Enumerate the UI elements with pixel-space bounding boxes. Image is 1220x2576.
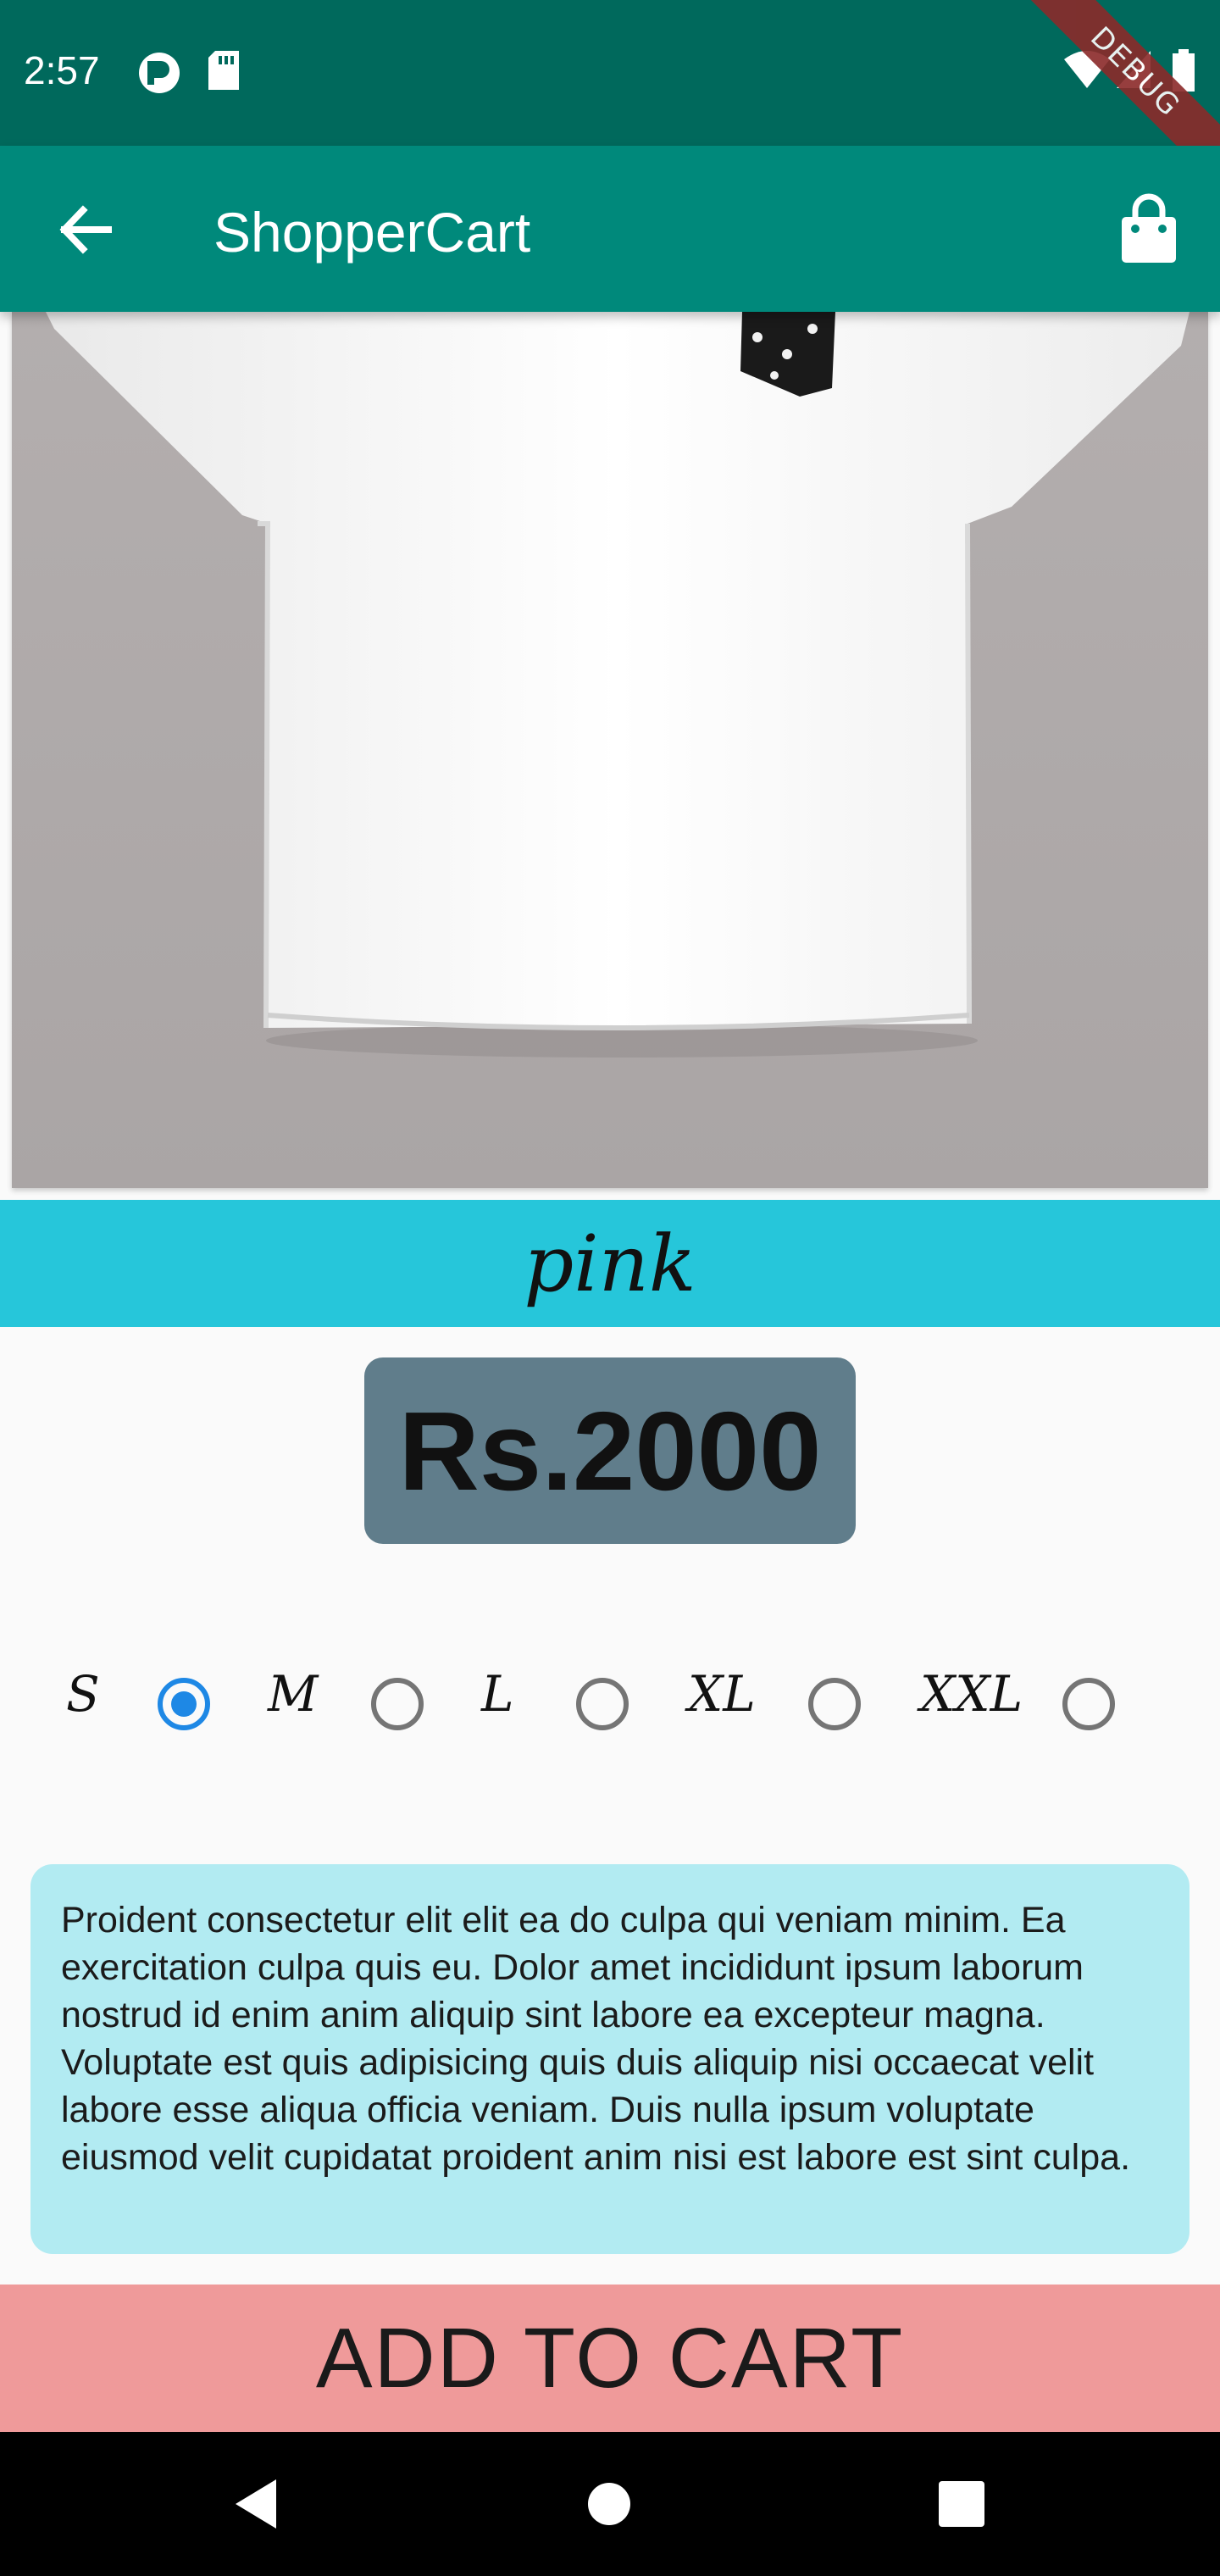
product-color-label: pink [524, 1218, 696, 1309]
circle-home-icon[interactable] [571, 2466, 647, 2542]
arrow-left-icon[interactable] [47, 192, 124, 268]
size-label-s: S [66, 1665, 100, 1723]
size-radio-xxl[interactable] [1062, 1678, 1115, 1730]
status-bar: 2:57 DEBUG [0, 0, 1220, 203]
color-banner: pink [0, 1200, 1220, 1327]
size-radio-l[interactable] [576, 1678, 629, 1730]
size-label-l: L [481, 1665, 514, 1723]
add-to-cart-label: ADD TO CART [315, 2310, 905, 2406]
size-label-xl: XL [688, 1665, 756, 1723]
size-radio-s[interactable] [158, 1678, 210, 1730]
square-recents-icon[interactable] [923, 2466, 1000, 2542]
size-label-xxl: XXL [920, 1665, 1023, 1723]
tshirt-image [12, 312, 1208, 1188]
app-notification-icon [139, 53, 180, 93]
triangle-back-icon[interactable] [217, 2466, 293, 2542]
size-label-m: M [268, 1665, 319, 1723]
signal-icon [1117, 51, 1151, 88]
size-radio-xl[interactable] [808, 1678, 861, 1730]
app-title: ShopperCart [214, 201, 531, 264]
app-bar: ShopperCart [0, 146, 1220, 312]
system-nav-bar [0, 2432, 1220, 2576]
product-image [12, 312, 1208, 1188]
description-card: Proident consectetur elit elit ea do cul… [30, 1864, 1190, 2254]
size-radio-m[interactable] [371, 1678, 424, 1730]
shopping-bag-icon[interactable] [1110, 192, 1188, 269]
product-description: Proident consectetur elit elit ea do cul… [61, 1900, 1131, 2178]
battery-icon [1173, 49, 1195, 92]
sd-card-icon [208, 51, 239, 90]
add-to-cart-button[interactable]: ADD TO CART [0, 2285, 1220, 2432]
status-time: 2:57 [24, 48, 100, 92]
product-price: Rs.2000 [398, 1388, 822, 1513]
wifi-icon [1064, 51, 1110, 88]
price-badge: Rs.2000 [364, 1357, 856, 1544]
